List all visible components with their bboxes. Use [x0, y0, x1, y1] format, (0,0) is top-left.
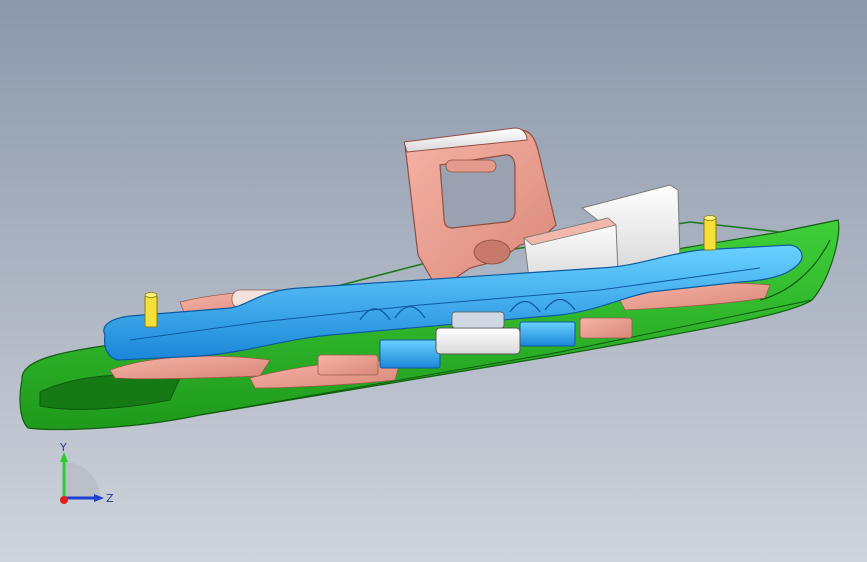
x-axis-icon: [60, 496, 68, 504]
3d-model-render[interactable]: [0, 0, 867, 562]
yellow-pin-left[interactable]: [144, 292, 158, 328]
y-axis-label: Y: [59, 441, 67, 454]
yellow-pin-right[interactable]: [703, 215, 717, 251]
axis-triad: Y Z: [59, 441, 114, 505]
z-axis-label: Z: [106, 492, 114, 505]
triad-plane-icon: [64, 462, 100, 498]
cad-viewport[interactable]: Y Z: [0, 0, 867, 562]
